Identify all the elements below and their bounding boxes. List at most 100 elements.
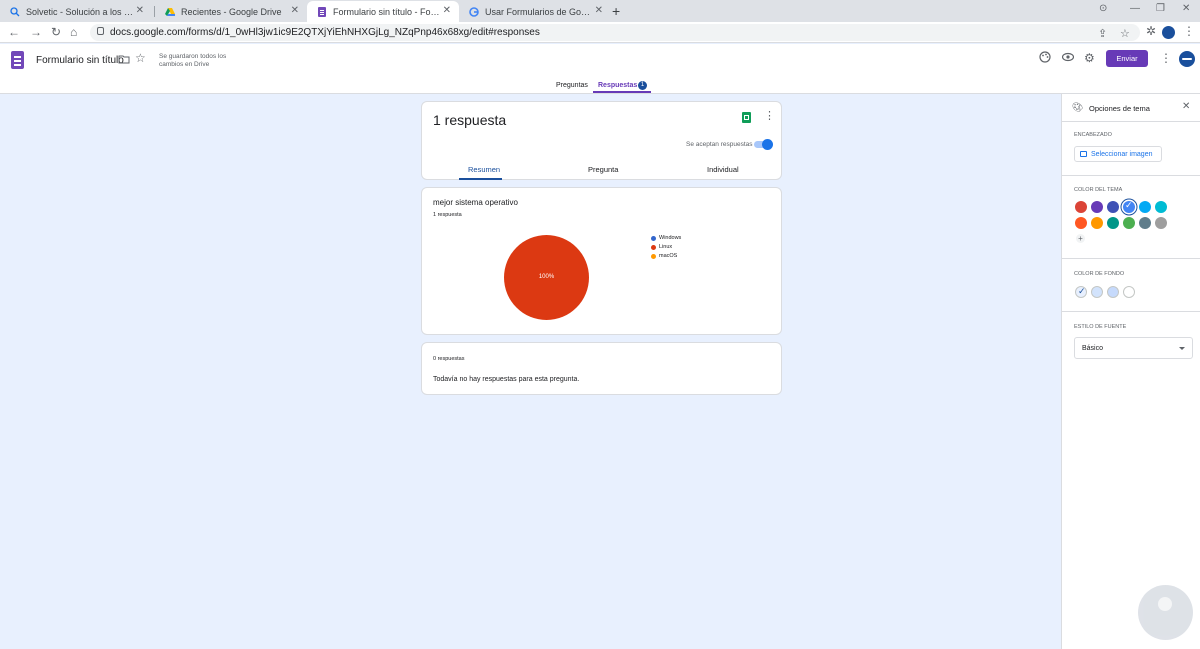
forms-logo-icon[interactable]	[11, 51, 24, 69]
legend-item-windows: Windows	[651, 235, 681, 241]
theme-color-swatch[interactable]	[1091, 217, 1103, 229]
select-image-button[interactable]: Seleccionar imagen	[1074, 146, 1162, 162]
new-tab-icon[interactable]: +	[612, 3, 620, 19]
share-icon[interactable]: ⇪	[1098, 27, 1107, 40]
browser-profile-avatar[interactable]	[1162, 26, 1175, 39]
legend-swatch	[651, 235, 656, 241]
header-section-label: ENCABEZADO	[1074, 132, 1112, 138]
bg-color-label: COLOR DE FONDO	[1074, 271, 1125, 277]
more-options-icon[interactable]: ⋮	[764, 109, 775, 122]
theme-color-swatch[interactable]	[1107, 217, 1119, 229]
question-response-count: 0 respuestas	[433, 356, 465, 362]
tab-label: Formulario sin título - Formularios	[333, 6, 459, 17]
url-field[interactable]: docs.google.com/forms/d/1_0wHl3jw1ic9E2Q…	[90, 24, 1140, 41]
legend-item-macos: macOS	[651, 253, 677, 259]
browser-tab-forms[interactable]: Formulario sin título - Formularios ✕	[307, 1, 459, 22]
more-options-icon[interactable]: ⋮	[1160, 51, 1172, 65]
account-avatar[interactable]	[1179, 51, 1195, 67]
font-style-value: Básico	[1082, 345, 1104, 352]
folder-icon[interactable]	[118, 53, 130, 67]
theme-color-swatch[interactable]	[1075, 201, 1087, 213]
panel-title: Opciones de tema	[1089, 104, 1150, 113]
divider	[1062, 311, 1200, 312]
browser-tab-solvetic[interactable]: Solvetic - Solución a los problemas ✕	[0, 1, 152, 22]
minimize-icon[interactable]: —	[1130, 3, 1140, 14]
background-color-swatch[interactable]	[1123, 286, 1135, 298]
theme-color-swatch[interactable]: ✓	[1123, 200, 1135, 213]
tab-respuestas[interactable]: Respuestas	[598, 82, 637, 89]
theme-color-swatch[interactable]	[1107, 201, 1119, 213]
restore-icon[interactable]: ❐	[1156, 3, 1165, 14]
home-icon[interactable]: ⌂	[70, 25, 77, 39]
legend-label: Linux	[659, 244, 673, 250]
active-tab-indicator	[593, 91, 651, 93]
browser-tab-google[interactable]: Usar Formularios de Google - Cr ✕	[459, 1, 611, 22]
tab-search-icon[interactable]: ⊙	[1099, 3, 1107, 14]
close-icon[interactable]: ✕	[1182, 101, 1190, 112]
lock-icon	[97, 27, 104, 35]
background-color-swatch[interactable]: ✓	[1075, 286, 1087, 298]
close-icon[interactable]: ✕	[291, 5, 299, 16]
background-color-swatch[interactable]	[1107, 286, 1119, 298]
theme-color-swatch[interactable]	[1075, 217, 1087, 229]
forms-icon	[317, 6, 327, 17]
sheets-icon[interactable]	[742, 112, 751, 123]
subtab-pregunta[interactable]: Pregunta	[588, 165, 618, 174]
subtab-resumen[interactable]: Resumen	[468, 165, 500, 174]
font-style-label: ESTILO DE FUENTE	[1074, 324, 1127, 330]
saved-status: Se guardaron todos los cambios en Drive	[159, 53, 227, 68]
close-window-icon[interactable]: ✕	[1182, 3, 1190, 14]
check-icon: ✓	[1125, 200, 1133, 210]
form-title[interactable]: Formulario sin título	[36, 55, 124, 66]
close-icon[interactable]: ✕	[136, 5, 144, 16]
font-style-select[interactable]: Básico	[1074, 337, 1193, 359]
google-icon	[469, 6, 479, 17]
address-bar: ← → ↻ ⌂ docs.google.com/forms/d/1_0wHl3j…	[0, 22, 1200, 43]
theme-color-swatch[interactable]	[1123, 217, 1135, 229]
theme-color-swatch[interactable]	[1139, 217, 1151, 229]
responses-total: 1 respuesta	[433, 112, 507, 128]
theme-color-swatch[interactable]	[1155, 201, 1167, 213]
question-title: mejor sistema operativo	[433, 198, 518, 207]
send-button[interactable]: Enviar	[1106, 50, 1148, 67]
theme-color-swatch[interactable]	[1155, 217, 1167, 229]
divider	[1062, 175, 1200, 176]
accepting-responses-toggle[interactable]	[754, 139, 773, 150]
search-icon	[10, 6, 20, 17]
question-response-count: 1 respuesta	[433, 212, 462, 218]
extensions-icon[interactable]: ✲	[1146, 24, 1156, 38]
legend-label: Windows	[659, 235, 682, 241]
responses-summary-card: 1 respuesta ⋮ Se aceptan respuestas Resu…	[421, 101, 782, 180]
back-icon[interactable]: ←	[8, 25, 20, 39]
subtab-individual[interactable]: Individual	[707, 165, 739, 174]
tab-label: Usar Formularios de Google - Cr	[485, 6, 611, 17]
theme-color-label: COLOR DEL TEMA	[1074, 187, 1123, 193]
palette-icon: 🎨︎	[1072, 102, 1084, 112]
accepting-responses-label: Se aceptan respuestas	[686, 141, 753, 148]
browser-menu-icon[interactable]: ⋮	[1183, 24, 1195, 38]
forward-icon[interactable]: →	[30, 25, 42, 39]
settings-gear-icon[interactable]: ⚙	[1084, 51, 1095, 65]
legend-swatch	[651, 244, 656, 250]
browser-tab-strip: Solvetic - Solución a los problemas ✕ Re…	[0, 0, 1200, 22]
tab-label: Recientes - Google Drive	[181, 6, 282, 17]
preview-eye-icon[interactable]	[1061, 51, 1075, 66]
tab-preguntas[interactable]: Preguntas	[556, 82, 588, 89]
divider	[1062, 258, 1200, 259]
watermark-logo	[1138, 585, 1193, 640]
close-icon[interactable]: ✕	[595, 5, 603, 16]
browser-tab-drive[interactable]: Recientes - Google Drive ✕	[155, 1, 307, 22]
theme-color-swatch[interactable]	[1091, 201, 1103, 213]
theme-color-swatch[interactable]	[1139, 201, 1151, 213]
palette-icon[interactable]	[1039, 51, 1051, 66]
reload-icon[interactable]: ↻	[51, 25, 61, 39]
responses-count-badge: 1	[638, 81, 647, 90]
star-icon[interactable]: ☆	[135, 51, 146, 65]
question-card: mejor sistema operativo 1 respuesta 100%…	[421, 187, 782, 335]
tab-label: Solvetic - Solución a los problemas	[26, 6, 152, 17]
add-color-icon[interactable]: +	[1076, 234, 1085, 243]
background-color-swatch[interactable]	[1091, 286, 1103, 298]
bookmark-star-icon[interactable]: ☆	[1120, 27, 1130, 40]
close-icon[interactable]: ✕	[443, 5, 451, 16]
image-icon	[1080, 151, 1087, 157]
